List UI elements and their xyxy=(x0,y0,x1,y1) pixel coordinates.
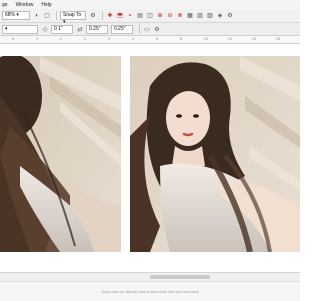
ruler-tick: 8 xyxy=(180,37,182,41)
ruler-tick: 6 xyxy=(12,37,14,41)
horizontal-ruler[interactable]: 6 4 2 0 2 4 6 8 10 12 14 16 xyxy=(0,36,300,44)
launch-icon[interactable]: ✚ xyxy=(106,12,114,20)
options-icon[interactable]: ⚙ xyxy=(89,12,97,20)
photo-left[interactable] xyxy=(0,56,121,252)
ruler-tick: 2 xyxy=(108,37,110,41)
ruler-tick: 12 xyxy=(228,37,232,41)
menu-bar: ge Window Help xyxy=(0,0,300,9)
duplicate-x-field[interactable]: 0.25" xyxy=(86,24,108,34)
drawing-canvas[interactable] xyxy=(0,45,300,255)
nudge-offset-field[interactable]: 0.1" xyxy=(51,24,73,34)
duplicate-x-value: 0.25" xyxy=(89,25,101,32)
zoom-in-icon[interactable]: ⊕ xyxy=(156,12,164,20)
colors-icon[interactable]: ◈ xyxy=(216,12,224,20)
horizontal-scrollbar[interactable] xyxy=(0,272,300,281)
publish-pdf-icon[interactable]: ⬒ xyxy=(116,12,124,20)
duplicate-y-value: 0.25" xyxy=(114,25,126,32)
ruler-tick: 2 xyxy=(60,37,62,41)
separator xyxy=(56,11,57,20)
zoom-fit-icon[interactable]: ⊗ xyxy=(176,12,184,20)
settings-icon[interactable]: ⚙ xyxy=(226,12,234,20)
nudge-offset-value: 0.1" xyxy=(54,25,63,32)
vtd-icon[interactable]: ▪ xyxy=(126,12,134,20)
duplicate-y-field[interactable]: 0.25" xyxy=(111,24,133,34)
menu-item-window[interactable]: Window xyxy=(16,2,34,8)
status-hint: Drag colors (or objects) here to store t… xyxy=(101,289,199,294)
full-screen-icon[interactable]: ▢ xyxy=(43,12,51,20)
export-icon[interactable]: ◫ xyxy=(146,12,154,20)
ruler-tick: 14 xyxy=(252,37,256,41)
snap-to-dropdown[interactable]: Snap To ▾ xyxy=(60,11,86,25)
ruler-tick: 0 xyxy=(84,37,86,41)
snap-to-label: Snap To xyxy=(63,12,82,18)
ruler-tick: 4 xyxy=(36,37,38,41)
zoom-level-value: 68% xyxy=(5,12,16,18)
page-settings-icon[interactable]: ⚙ xyxy=(153,25,161,33)
zoom-icon[interactable]: ◐ xyxy=(33,12,41,20)
standard-toolbar: 68% ▾ ◐ ▢ Snap To ▾ ⚙ ✚ ⬒ ▪ ▤ ◫ ⊕ ⊖ ⊗ ▦ … xyxy=(0,9,300,25)
rulers-icon[interactable]: ▨ xyxy=(206,12,214,20)
duplicate-distance-icon[interactable]: ⇄ xyxy=(76,25,84,33)
ruler-tick: 10 xyxy=(204,37,208,41)
menu-item-help[interactable]: Help xyxy=(41,2,51,8)
menu-item-edit[interactable]: ge xyxy=(2,2,8,8)
zoom-level-select[interactable]: 68% ▾ xyxy=(2,11,30,20)
units-dropdown[interactable]: ▾ xyxy=(2,24,38,34)
guides-icon[interactable]: ▥ xyxy=(196,12,204,20)
ruler-tick: 4 xyxy=(132,37,134,41)
photo-right[interactable] xyxy=(130,56,300,252)
zoom-out-icon[interactable]: ⊖ xyxy=(166,12,174,20)
ruler-tick: 16 xyxy=(276,37,280,41)
status-bar: Drag colors (or objects) here to store t… xyxy=(0,281,300,301)
nudge-icon[interactable]: ◇ xyxy=(41,25,49,33)
separator xyxy=(139,24,140,34)
scrollbar-thumb[interactable] xyxy=(150,275,210,279)
property-bar: ▾ ◇ 0.1" ⇄ 0.25" 0.25" ▭ ⚙ xyxy=(0,23,300,36)
import-icon[interactable]: ▤ xyxy=(136,12,144,20)
ruler-tick: 6 xyxy=(156,37,158,41)
page-orientation-icon[interactable]: ▭ xyxy=(143,25,151,33)
grid-icon[interactable]: ▦ xyxy=(186,12,194,20)
separator xyxy=(102,11,103,20)
